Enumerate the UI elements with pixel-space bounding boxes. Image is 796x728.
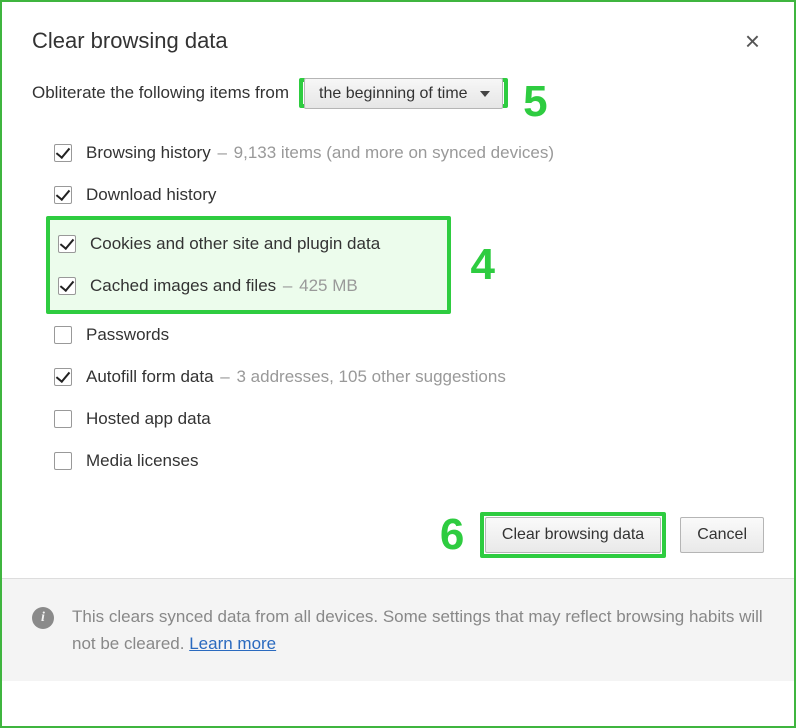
item-label: Cached images and files	[90, 276, 276, 295]
clear-browsing-data-dialog: Clear browsing data × Obliterate the fol…	[2, 2, 794, 726]
item-cached-images: Cached images and files – 425 MB	[58, 265, 439, 307]
dialog-body: Obliterate the following items from the …	[2, 70, 794, 482]
item-info: 9,133 items (and more on synced devices)	[234, 143, 554, 162]
info-icon: i	[32, 607, 54, 629]
item-label: Hosted app data	[86, 409, 211, 429]
dash: –	[217, 143, 226, 162]
close-button[interactable]: ×	[741, 28, 764, 54]
item-download-history: Download history	[54, 174, 764, 216]
obliterate-row: Obliterate the following items from the …	[32, 78, 764, 108]
item-label: Cookies and other site and plugin data	[90, 234, 380, 254]
cancel-button[interactable]: Cancel	[680, 517, 764, 553]
dash: –	[220, 367, 229, 386]
obliterate-label: Obliterate the following items from	[32, 83, 289, 103]
info-text: This clears synced data from all devices…	[72, 607, 763, 653]
checkbox-cached-images[interactable]	[58, 277, 76, 295]
close-icon: ×	[745, 26, 760, 56]
item-label: Autofill form data	[86, 367, 214, 386]
checkbox-download-history[interactable]	[54, 186, 72, 204]
item-label: Browsing history	[86, 143, 211, 162]
checkbox-cookies[interactable]	[58, 235, 76, 253]
checkbox-browsing-history[interactable]	[54, 144, 72, 162]
annotation-number-6: 6	[440, 510, 464, 560]
checkbox-autofill[interactable]	[54, 368, 72, 386]
annotation-number-4: 4	[471, 240, 495, 290]
chevron-down-icon	[480, 91, 490, 97]
info-text-container: This clears synced data from all devices…	[72, 603, 764, 657]
dropdown-value: the beginning of time	[319, 85, 468, 102]
items-list: Browsing history – 9,133 items (and more…	[32, 132, 764, 482]
annotation-highlight-6: 6 Clear browsing data	[480, 512, 666, 558]
item-passwords: Passwords	[54, 314, 764, 356]
time-range-dropdown[interactable]: the beginning of time	[304, 78, 503, 109]
item-info: 3 addresses, 105 other suggestions	[237, 367, 506, 386]
item-cookies: Cookies and other site and plugin data	[58, 223, 439, 265]
item-media-licenses: Media licenses	[54, 440, 764, 482]
checkbox-passwords[interactable]	[54, 326, 72, 344]
item-browsing-history: Browsing history – 9,133 items (and more…	[54, 132, 764, 174]
annotation-highlight-5: the beginning of time 5	[299, 78, 508, 108]
item-label: Download history	[86, 185, 216, 205]
item-label: Passwords	[86, 325, 169, 345]
item-label: Media licenses	[86, 451, 198, 471]
checkbox-media-licenses[interactable]	[54, 452, 72, 470]
learn-more-link[interactable]: Learn more	[189, 634, 276, 653]
clear-browsing-data-button[interactable]: Clear browsing data	[485, 517, 661, 553]
dialog-title: Clear browsing data	[32, 28, 228, 54]
item-info: 425 MB	[299, 276, 358, 295]
item-hosted-app: Hosted app data	[54, 398, 764, 440]
info-footer: i This clears synced data from all devic…	[2, 578, 794, 681]
annotation-number-5: 5	[523, 77, 547, 127]
dash: –	[283, 276, 292, 295]
dialog-footer: 6 Clear browsing data Cancel	[2, 482, 794, 578]
dialog-header: Clear browsing data ×	[2, 2, 794, 70]
checkbox-hosted-app[interactable]	[54, 410, 72, 428]
item-autofill: Autofill form data – 3 addresses, 105 ot…	[54, 356, 764, 398]
annotation-highlight-4: Cookies and other site and plugin data C…	[46, 216, 451, 314]
